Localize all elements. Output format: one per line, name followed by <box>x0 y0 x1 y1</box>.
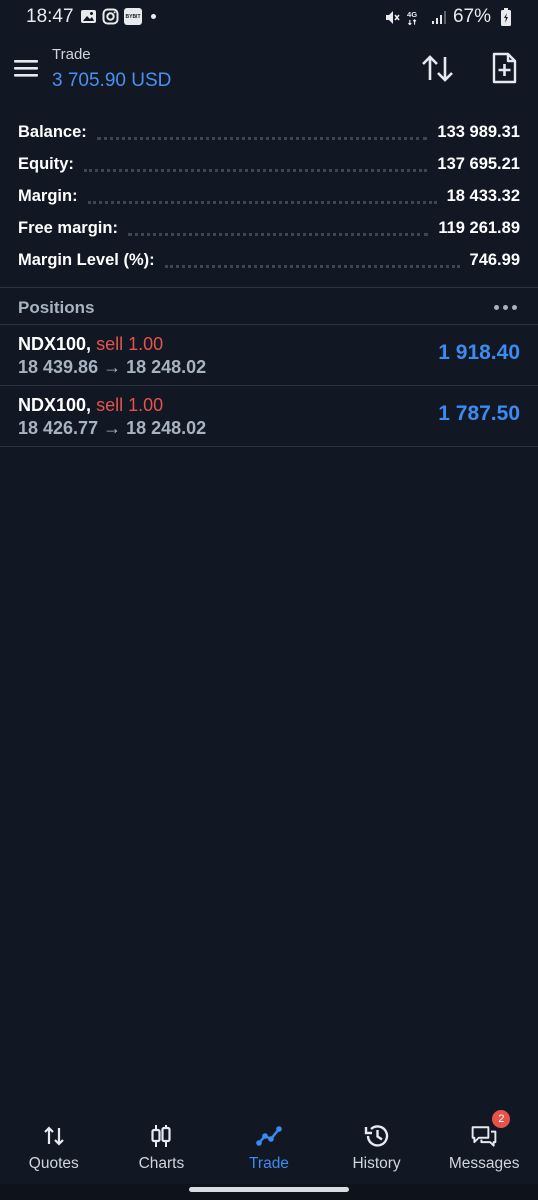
summary-label: Equity: <box>18 154 74 173</box>
more-dot-icon <box>494 304 499 310</box>
dotted-leader <box>83 158 428 172</box>
status-notification-icons: BYBIT <box>80 8 156 25</box>
position-row[interactable]: NDX100, sell 1.00 18 439.86 → 18 248.02 … <box>0 325 538 386</box>
battery-charging-icon <box>497 8 514 26</box>
messages-icon <box>470 1122 498 1150</box>
more-options-button[interactable] <box>494 300 518 314</box>
position-prices: 18 426.77 → 18 248.02 <box>18 418 207 438</box>
nav-item-trade[interactable]: Trade <box>215 1108 323 1184</box>
nav-label: Messages <box>448 1155 520 1172</box>
dotted-leader <box>96 126 428 140</box>
position-title-line: NDX100, sell 1.00 <box>18 395 163 416</box>
mute-icon <box>384 9 401 26</box>
home-gesture-handle[interactable] <box>189 1187 349 1192</box>
account-summary: Balance: 133 989.31 Equity: 137 695.21 M… <box>0 116 538 276</box>
position-prices: 18 439.86 → 18 248.02 <box>18 357 207 377</box>
dotted-leader <box>127 222 429 236</box>
bottom-navigation: Quotes Charts Trade History 2 Messages <box>0 1108 538 1184</box>
history-icon <box>363 1122 391 1150</box>
more-dot-icon <box>512 304 517 310</box>
position-symbol: NDX100 <box>18 395 87 415</box>
sort-button[interactable] <box>418 52 458 86</box>
position-profit: 1 918.40 <box>438 341 520 364</box>
summary-value: 137 695.21 <box>437 154 520 173</box>
summary-row-equity: Equity: 137 695.21 <box>0 148 538 180</box>
messages-badge: 2 <box>492 1110 511 1128</box>
position-profit: 1 787.50 <box>438 402 520 425</box>
bybit-icon: BYBIT <box>124 8 142 25</box>
summary-value: 746.99 <box>469 250 520 269</box>
menu-button[interactable] <box>12 54 40 82</box>
nav-item-charts[interactable]: Charts <box>108 1108 216 1184</box>
svg-text:4G: 4G <box>407 10 417 19</box>
position-side: sell 1.00 <box>96 395 164 415</box>
gallery-icon <box>80 8 97 25</box>
header-profit-amount: 3 705.90 USD <box>52 70 172 91</box>
position-side: sell 1.00 <box>96 334 164 354</box>
nav-item-history[interactable]: History <box>323 1108 431 1184</box>
charts-icon <box>147 1122 175 1150</box>
trade-screen: 18:47 BYBIT 4G 67% Trade 3 705.90 USD Ba… <box>0 0 538 1200</box>
position-title-line: NDX100, sell 1.00 <box>18 334 163 355</box>
summary-label: Balance: <box>18 122 87 141</box>
summary-value: 133 989.31 <box>437 122 520 141</box>
divider <box>0 446 538 447</box>
dotted-leader <box>87 190 437 204</box>
new-order-button[interactable] <box>486 50 522 86</box>
signal-icon <box>430 9 447 26</box>
quotes-icon <box>40 1122 68 1150</box>
summary-row-free-margin: Free margin: 119 261.89 <box>0 212 538 244</box>
page-title: Trade <box>52 46 91 63</box>
summary-label: Margin: <box>18 186 78 205</box>
status-time: 18:47 <box>26 6 74 27</box>
nav-label: Quotes <box>28 1155 79 1172</box>
nav-label: Trade <box>249 1155 289 1172</box>
battery-percentage: 67% <box>452 6 491 27</box>
positions-title: Positions <box>18 298 95 317</box>
hamburger-icon <box>14 60 38 77</box>
more-dot-icon <box>503 304 508 310</box>
sort-arrows-icon <box>422 55 453 82</box>
position-symbol: NDX100 <box>18 334 87 354</box>
trade-icon <box>255 1122 283 1150</box>
nav-label: History <box>352 1155 401 1172</box>
summary-row-balance: Balance: 133 989.31 <box>0 116 538 148</box>
status-right: 4G 67% <box>384 6 514 28</box>
instagram-icon <box>102 8 119 25</box>
summary-row-margin: Margin: 18 433.32 <box>0 180 538 212</box>
status-bar: 18:47 BYBIT 4G 67% <box>0 0 538 34</box>
network-icon: 4G <box>407 9 424 26</box>
position-separator: , <box>86 395 97 415</box>
app-header: Trade 3 705.90 USD <box>0 34 538 104</box>
summary-label: Margin Level (%): <box>18 250 155 269</box>
summary-value: 119 261.89 <box>438 218 520 237</box>
summary-label: Free margin: <box>18 218 118 237</box>
nav-label: Charts <box>138 1155 185 1172</box>
summary-row-margin-level: Margin Level (%): 746.99 <box>0 244 538 276</box>
new-document-icon <box>492 52 517 84</box>
summary-value: 18 433.32 <box>446 186 520 205</box>
dotted-leader <box>164 254 460 268</box>
position-row[interactable]: NDX100, sell 1.00 18 426.77 → 18 248.02 … <box>0 386 538 447</box>
nav-item-messages[interactable]: 2 Messages <box>430 1108 538 1184</box>
positions-section-header: Positions <box>0 288 538 326</box>
position-separator: , <box>86 334 97 354</box>
notification-dot <box>151 14 156 19</box>
nav-item-quotes[interactable]: Quotes <box>0 1108 108 1184</box>
